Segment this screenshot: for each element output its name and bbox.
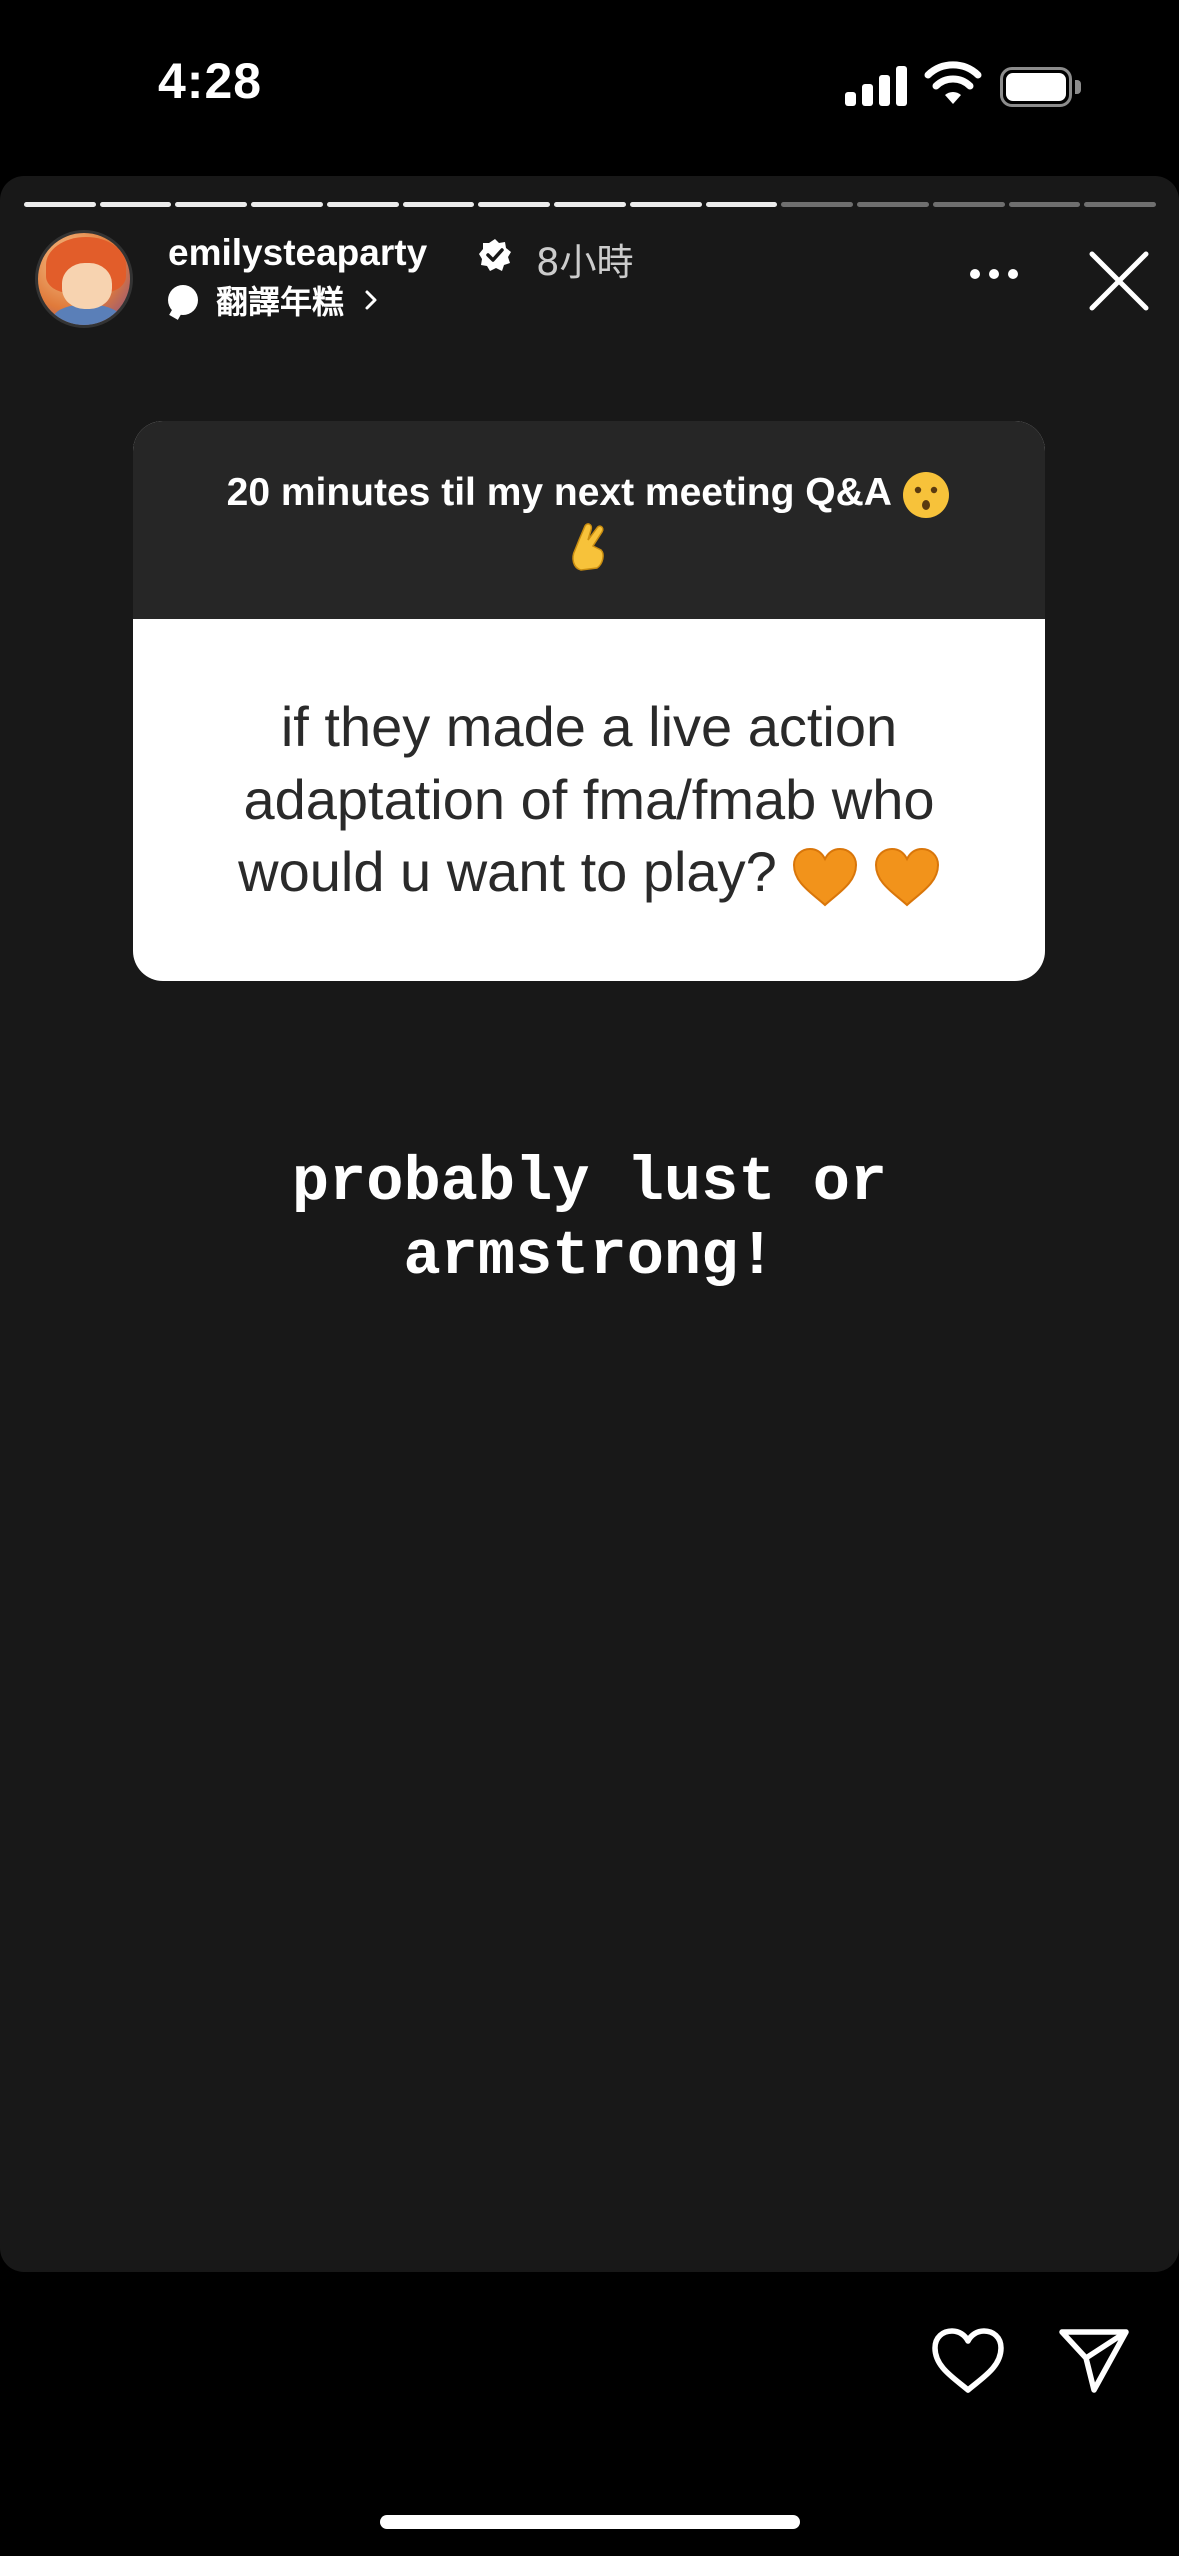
orange-heart-icon xyxy=(793,847,858,906)
send-icon[interactable] xyxy=(1058,2326,1130,2394)
translation-label: 翻譯年糕 xyxy=(216,283,345,321)
progress-segment xyxy=(99,202,172,207)
progress-segment xyxy=(705,202,778,207)
translation-link[interactable]: 翻譯年糕 xyxy=(168,280,382,321)
more-options-button[interactable] xyxy=(970,264,1030,284)
battery-icon xyxy=(1000,67,1081,107)
progress-segment xyxy=(1084,202,1157,207)
home-indicator[interactable] xyxy=(380,2515,800,2529)
progress-segment xyxy=(175,202,248,207)
status-bar: 4:28 xyxy=(0,0,1179,170)
question-sticker-prompt: 20 minutes til my next meeting Q&A xyxy=(226,471,891,514)
story-viewer[interactable]: emilysteaparty 8小時 翻譯年糕 20 minutes til m… xyxy=(0,176,1179,2272)
progress-segment xyxy=(251,202,323,207)
post-time: 8小時 xyxy=(536,241,634,284)
progress-segment xyxy=(326,202,399,207)
progress-segment xyxy=(24,202,96,207)
progress-segment xyxy=(554,202,626,207)
avatar[interactable] xyxy=(35,230,133,328)
progress-segment xyxy=(478,202,551,207)
verified-badge-icon xyxy=(479,239,511,271)
speech-bubble-icon xyxy=(168,285,198,315)
progress-segment xyxy=(629,202,702,207)
question-sticker: 20 minutes til my next meeting Q&A if th… xyxy=(133,421,1045,981)
status-time: 4:28 xyxy=(158,53,263,109)
progress-segment xyxy=(1008,202,1081,207)
close-icon[interactable] xyxy=(1084,246,1154,316)
story-progress-bar xyxy=(24,202,1157,208)
question-sticker-body: if they made a live action adaptation of… xyxy=(133,619,1045,981)
wifi-icon xyxy=(924,61,982,104)
heart-icon[interactable] xyxy=(930,2326,1006,2396)
progress-segment xyxy=(781,202,854,207)
question-sticker-header: 20 minutes til my next meeting Q&A xyxy=(133,421,1045,619)
username[interactable]: emilysteaparty xyxy=(168,232,427,274)
kissing-face-icon xyxy=(903,471,950,518)
chevron-right-icon xyxy=(365,290,377,310)
answer-text: probably lust or armstrong! xyxy=(291,1147,888,1292)
cellular-signal-icon xyxy=(845,64,907,106)
progress-segment xyxy=(932,202,1005,207)
progress-segment xyxy=(857,202,929,207)
orange-heart-icon xyxy=(874,847,939,906)
crossed-fingers-icon xyxy=(572,523,604,572)
progress-segment xyxy=(402,202,475,207)
